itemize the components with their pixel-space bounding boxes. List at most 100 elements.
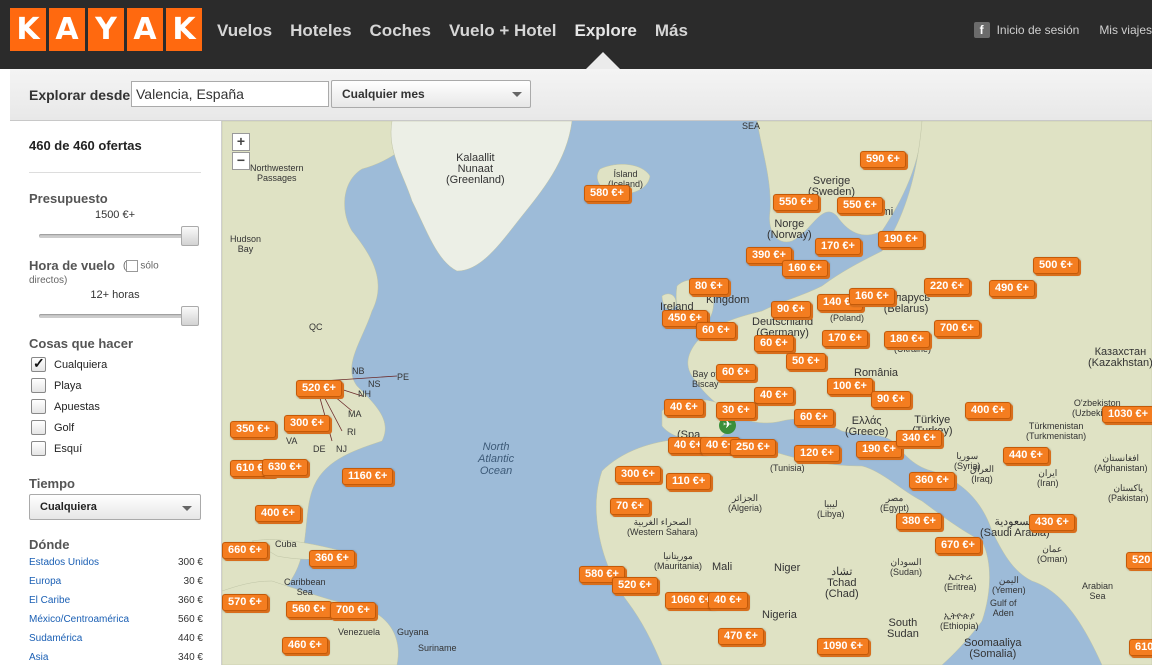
map-label: Venezuela	[338, 627, 381, 637]
budget-slider-track[interactable]	[39, 234, 189, 238]
direct-only-checkbox[interactable]	[126, 260, 139, 272]
checkbox[interactable]	[31, 420, 46, 435]
price-pin[interactable]: 570 €+	[222, 594, 268, 611]
price-pin[interactable]: 90 €+	[871, 391, 911, 408]
price-pin[interactable]: 400 €+	[255, 505, 301, 522]
price-pin[interactable]: 660 €+	[222, 542, 268, 559]
price-pin[interactable]: 110 €+	[666, 473, 712, 490]
price-pin[interactable]: 170 €+	[815, 238, 861, 255]
month-select[interactable]: Cualquier mes	[331, 80, 531, 108]
activity-any[interactable]: Cualquiera	[31, 355, 107, 372]
price-pin[interactable]: 580 €+	[584, 185, 630, 202]
kayak-logo[interactable]: K A Y A K	[10, 8, 202, 51]
price-pin[interactable]: 400 €+	[965, 402, 1011, 419]
region-link[interactable]: Sudamérica	[29, 633, 82, 644]
nav-hotels[interactable]: Hoteles	[290, 21, 351, 41]
price-pin[interactable]: 430 €+	[1029, 514, 1075, 531]
price-pin[interactable]: 250 €+	[730, 439, 776, 456]
chevron-down-icon	[512, 92, 522, 97]
activity-beach[interactable]: Playa	[31, 378, 82, 393]
price-pin[interactable]: 630 €+	[262, 459, 308, 476]
price-pin[interactable]: 160 €+	[849, 288, 895, 305]
price-pin[interactable]: 190 €+	[878, 231, 924, 248]
nav-explore[interactable]: Explore	[574, 21, 636, 41]
price-pin[interactable]: 40 €+	[754, 387, 794, 404]
checkbox[interactable]	[31, 441, 46, 456]
activity-golf[interactable]: Golf	[31, 420, 74, 435]
price-pin[interactable]: 50 €+	[786, 353, 826, 370]
price-pin[interactable]: 1030 €+	[1102, 406, 1152, 423]
region-link[interactable]: El Caribe	[29, 595, 70, 606]
origin-input[interactable]	[131, 81, 329, 107]
price-pin[interactable]: 160 €+	[782, 260, 828, 277]
price-pin[interactable]: 60 €+	[696, 322, 736, 339]
map-label: Gulf of Aden	[990, 598, 1017, 618]
activity-gambling[interactable]: Apuestas	[31, 399, 100, 414]
price-pin[interactable]: 60 €+	[754, 335, 794, 352]
price-pin[interactable]: 360 €+	[909, 472, 955, 489]
nav-flight-hotel[interactable]: Vuelo + Hotel	[449, 21, 557, 41]
weather-select[interactable]: Cualquiera	[29, 494, 201, 520]
price-pin[interactable]: 120 €+	[794, 445, 840, 462]
region-row: México/Centroamérica 560 €	[29, 614, 203, 625]
price-pin[interactable]: 180 €+	[884, 331, 930, 348]
price-pin[interactable]: 520 €+	[612, 577, 658, 594]
price-pin[interactable]: 380 €+	[896, 513, 942, 530]
price-pin[interactable]: 170 €+	[822, 330, 868, 347]
flight-time-slider-handle[interactable]	[181, 306, 199, 326]
price-pin[interactable]: 520 €+	[296, 380, 342, 397]
explore-map[interactable]: + − Northwestern Passages Hudson Bay QC NB…	[222, 121, 1152, 665]
price-pin[interactable]: 360 €+	[309, 550, 355, 567]
zoom-out-button[interactable]: −	[232, 152, 250, 170]
price-pin[interactable]: 700 €+	[934, 320, 980, 337]
price-pin[interactable]: 300 €+	[615, 466, 661, 483]
budget-slider-handle[interactable]	[181, 226, 199, 246]
price-pin[interactable]: 40 €+	[708, 592, 748, 609]
price-pin[interactable]: 490 €+	[989, 280, 1035, 297]
region-link[interactable]: Europa	[29, 576, 61, 587]
price-pin[interactable]: 350 €+	[230, 421, 276, 438]
price-pin[interactable]: 610	[1129, 639, 1152, 656]
price-pin[interactable]: 1160 €+	[342, 468, 394, 485]
flight-time-slider-track[interactable]	[39, 314, 189, 318]
checkbox[interactable]	[31, 399, 46, 414]
price-pin[interactable]: 590 €+	[860, 151, 906, 168]
price-pin[interactable]: 30 €+	[716, 402, 756, 419]
direct-only-option[interactable]: (sólo	[123, 260, 159, 272]
region-link[interactable]: Asia	[29, 652, 48, 663]
facebook-icon[interactable]: f	[973, 22, 990, 38]
price-pin[interactable]: 440 €+	[1003, 447, 1049, 464]
price-pin[interactable]: 60 €+	[794, 409, 834, 426]
price-pin[interactable]: 1090 €+	[817, 638, 870, 655]
price-pin[interactable]: 60 €+	[716, 364, 756, 381]
price-pin[interactable]: 80 €+	[689, 278, 729, 295]
price-pin[interactable]: 460 €+	[282, 637, 328, 654]
price-pin[interactable]: 40 €+	[664, 399, 704, 416]
price-pin[interactable]: 550 €+	[773, 194, 819, 211]
price-pin[interactable]: 340 €+	[896, 430, 942, 447]
price-pin[interactable]: 70 €+	[610, 498, 650, 515]
price-pin[interactable]: 520	[1126, 552, 1152, 569]
checkbox[interactable]	[31, 355, 46, 372]
nav-flights[interactable]: Vuelos	[217, 21, 272, 41]
price-pin[interactable]: 90 €+	[771, 301, 811, 318]
activity-ski[interactable]: Esquí	[31, 441, 82, 456]
signin-link[interactable]: Inicio de sesión	[997, 23, 1080, 37]
price-pin[interactable]: 550 €+	[837, 197, 883, 214]
map-label: NJ	[336, 444, 347, 454]
nav-cars[interactable]: Coches	[370, 21, 431, 41]
nav-more[interactable]: Más	[655, 21, 688, 41]
my-trips-link[interactable]: Mis viajes	[1099, 23, 1152, 37]
price-pin[interactable]: 700 €+	[330, 602, 376, 619]
region-link[interactable]: Estados Unidos	[29, 557, 99, 568]
price-pin[interactable]: 670 €+	[935, 537, 981, 554]
checkbox[interactable]	[31, 378, 46, 393]
price-pin[interactable]: 220 €+	[924, 278, 970, 295]
price-pin[interactable]: 300 €+	[284, 415, 330, 432]
price-pin[interactable]: 470 €+	[718, 628, 764, 645]
region-link[interactable]: México/Centroamérica	[29, 614, 129, 625]
price-pin[interactable]: 100 €+	[827, 378, 873, 395]
zoom-in-button[interactable]: +	[232, 133, 250, 151]
price-pin[interactable]: 500 €+	[1033, 257, 1079, 274]
price-pin[interactable]: 560 €+	[286, 601, 332, 618]
